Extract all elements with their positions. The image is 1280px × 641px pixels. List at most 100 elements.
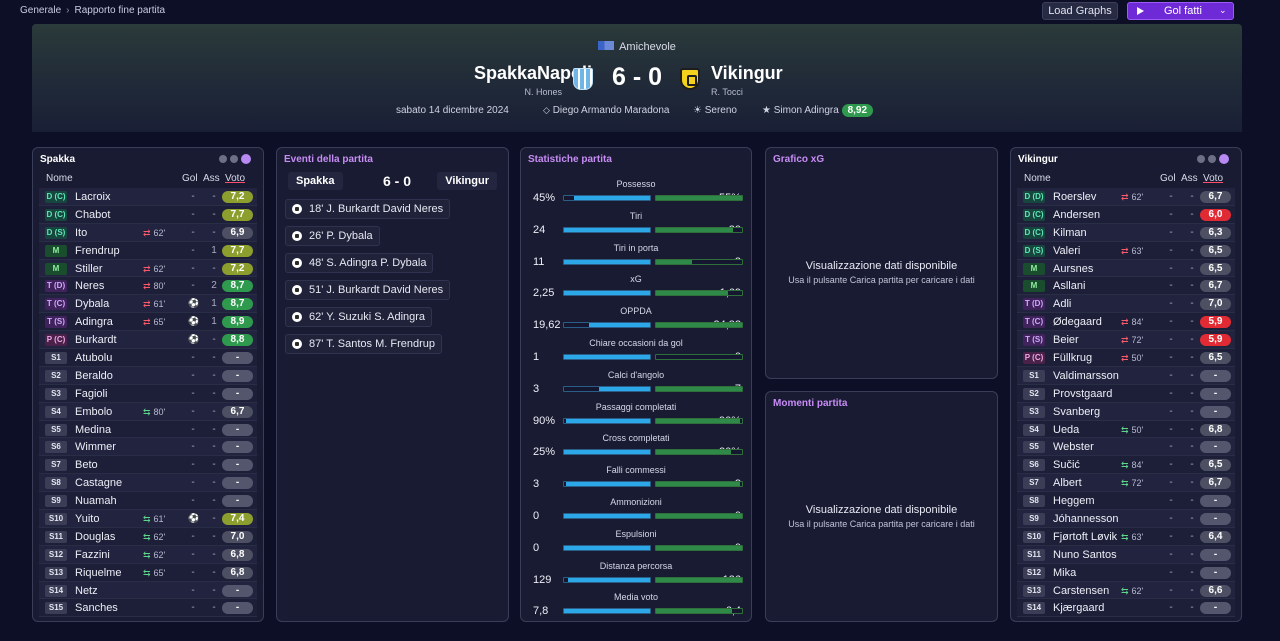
player-row[interactable]: T (C) Dybala ⇄ 61' ⚽ 1 8,7 <box>39 295 257 314</box>
player-name[interactable]: Nuno Santos <box>1053 549 1117 561</box>
player-row[interactable]: S10 Yuito ⇆ 61' ⚽ -7,4 <box>39 510 257 528</box>
player-row[interactable]: S2 Beraldo - - - <box>39 366 257 385</box>
load-graphs-button[interactable]: Load Graphs <box>1042 2 1118 20</box>
player-row[interactable]: S4 Embolo ⇆ 80' - -6,7 <box>39 402 257 421</box>
player-name[interactable]: Atubolu <box>75 352 112 364</box>
col-assists[interactable]: Ass <box>1181 173 1198 184</box>
player-name[interactable]: Nuamah <box>75 495 117 507</box>
player-row[interactable]: S11 Douglas ⇆ 62' - -7,0 <box>39 527 257 546</box>
player-row[interactable]: M Aursnes - -6,5 <box>1017 259 1235 278</box>
player-name[interactable]: Carstensen <box>1053 585 1109 597</box>
player-of-match[interactable]: ★ Simon Adingra 8,92 <box>762 104 874 117</box>
player-row[interactable]: T (S) Adingra ⇄ 65' ⚽ 1 8,9 <box>39 313 257 332</box>
player-row[interactable]: M Asllani - -6,7 <box>1017 277 1235 296</box>
player-row[interactable]: S6 Wimmer - - - <box>39 438 257 457</box>
player-name[interactable]: Wimmer <box>75 441 116 453</box>
player-name[interactable]: Neres <box>75 280 104 292</box>
player-name[interactable]: Castagne <box>75 477 122 489</box>
col-goals[interactable]: Gol <box>182 173 198 184</box>
player-name[interactable]: Adingra <box>75 316 113 328</box>
player-name[interactable]: Ito <box>75 227 87 239</box>
player-name[interactable]: Valdimarsson <box>1053 370 1119 382</box>
away-team-name[interactable]: Vikingur <box>711 63 783 84</box>
player-row[interactable]: S3 Svanberg - - - <box>1017 402 1235 421</box>
player-name[interactable]: Asllani <box>1053 280 1085 292</box>
player-name[interactable]: Andersen <box>1053 209 1100 221</box>
col-rating[interactable]: Voto <box>1203 173 1223 184</box>
breadcrumb-root[interactable]: Generale <box>20 5 61 16</box>
player-row[interactable]: S14 Kjærgaard - - - <box>1017 599 1235 618</box>
player-name[interactable]: Svanberg <box>1053 406 1100 418</box>
player-name[interactable]: Provstgaard <box>1053 388 1112 400</box>
player-row[interactable]: D (D) Roerslev ⇄ 62' - -6,7 <box>1017 188 1235 206</box>
player-row[interactable]: S7 Albert ⇆ 72' - -6,7 <box>1017 474 1235 493</box>
player-row[interactable]: S8 Castagne - - - <box>39 474 257 493</box>
player-row[interactable]: T (D) Adli - -7,0 <box>1017 295 1235 314</box>
player-row[interactable]: M Stiller ⇄ 62' - -7,2 <box>39 259 257 278</box>
dot[interactable] <box>230 155 238 163</box>
player-name[interactable]: Sučić <box>1053 459 1080 471</box>
dot-active[interactable] <box>1219 154 1229 164</box>
player-name[interactable]: Douglas <box>75 531 115 543</box>
player-row[interactable]: S11 Nuno Santos - - - <box>1017 545 1235 564</box>
player-name[interactable]: Fagioli <box>75 388 107 400</box>
col-goals[interactable]: Gol <box>1160 173 1176 184</box>
player-row[interactable]: S9 Jóhannesson - - - <box>1017 510 1235 528</box>
player-row[interactable]: S1 Atubolu - - - <box>39 349 257 367</box>
player-row[interactable]: M Frendrup - 1 7,7 <box>39 241 257 260</box>
player-name[interactable]: Dybala <box>75 298 109 310</box>
player-row[interactable]: S5 Webster - - - <box>1017 438 1235 457</box>
home-manager[interactable]: N. Hones <box>524 87 562 97</box>
player-name[interactable]: Ødegaard <box>1053 316 1102 328</box>
away-manager[interactable]: R. Tocci <box>711 87 743 97</box>
player-row[interactable]: P (C) Füllkrug ⇄ 50' - -6,5 <box>1017 349 1235 367</box>
player-name[interactable]: Beto <box>75 459 98 471</box>
player-name[interactable]: Chabot <box>75 209 110 221</box>
player-row[interactable]: S14 Netz - - - <box>39 581 257 600</box>
player-name[interactable]: Fjørtoft Løvik <box>1053 531 1117 543</box>
player-row[interactable]: P (C) Burkardt ⚽ -8,8 <box>39 331 257 350</box>
player-row[interactable]: S13 Carstensen ⇆ 62' - -6,6 <box>1017 581 1235 600</box>
player-name[interactable]: Medina <box>75 424 111 436</box>
player-name[interactable]: Beier <box>1053 334 1079 346</box>
event-item[interactable]: 26' P. Dybala <box>285 226 380 246</box>
player-row[interactable]: D (C) Chabot - -7,7 <box>39 205 257 224</box>
player-row[interactable]: S1 Valdimarsson - - - <box>1017 366 1235 385</box>
col-rating[interactable]: Voto <box>225 173 245 184</box>
player-name[interactable]: Ueda <box>1053 424 1079 436</box>
player-row[interactable]: S15 Sanches - - - <box>39 599 257 618</box>
player-row[interactable]: S3 Fagioli - - - <box>39 384 257 403</box>
player-row[interactable]: T (S) Beier ⇄ 72' - -5,9 <box>1017 331 1235 350</box>
player-name[interactable]: Fazzini <box>75 549 110 561</box>
event-item[interactable]: 48' S. Adingra P. Dybala <box>285 253 434 273</box>
player-name[interactable]: Riquelme <box>75 567 121 579</box>
player-name[interactable]: Roerslev <box>1053 191 1096 203</box>
col-name[interactable]: Nome <box>1024 173 1051 184</box>
player-name[interactable]: Beraldo <box>75 370 113 382</box>
player-name[interactable]: Stiller <box>75 263 103 275</box>
panel-page-dots[interactable] <box>216 154 251 166</box>
player-name[interactable]: Frendrup <box>75 245 120 257</box>
player-name[interactable]: Yuito <box>75 513 99 525</box>
player-name[interactable]: Embolo <box>75 406 112 418</box>
player-row[interactable]: T (C) Ødegaard ⇄ 84' - -5,9 <box>1017 313 1235 332</box>
player-row[interactable]: S12 Mika - - - <box>1017 563 1235 582</box>
player-row[interactable]: D (C) Andersen - -6,0 <box>1017 205 1235 224</box>
player-row[interactable]: S6 Sučić ⇆ 84' - -6,5 <box>1017 456 1235 475</box>
dot[interactable] <box>219 155 227 163</box>
player-name[interactable]: Valeri <box>1053 245 1080 257</box>
player-name[interactable]: Netz <box>75 585 98 597</box>
player-row[interactable]: S2 Provstgaard - - - <box>1017 384 1235 403</box>
event-item[interactable]: 18' J. Burkardt David Neres <box>285 199 451 219</box>
player-row[interactable]: S7 Beto - - - <box>39 456 257 475</box>
player-name[interactable]: Lacroix <box>75 191 110 203</box>
goals-dropdown[interactable]: Gol fatti ⌄ <box>1127 2 1234 20</box>
player-name[interactable]: Jóhannesson <box>1053 513 1118 525</box>
event-item[interactable]: 51' J. Burkardt David Neres <box>285 280 451 300</box>
player-row[interactable]: S10 Fjørtoft Løvik ⇆ 63' - -6,4 <box>1017 527 1235 546</box>
player-name[interactable]: Heggem <box>1053 495 1095 507</box>
dot[interactable] <box>1197 155 1205 163</box>
player-row[interactable]: D (C) Kilman - -6,3 <box>1017 223 1235 242</box>
col-name[interactable]: Nome <box>46 173 73 184</box>
player-row[interactable]: S5 Medina - - - <box>39 420 257 439</box>
